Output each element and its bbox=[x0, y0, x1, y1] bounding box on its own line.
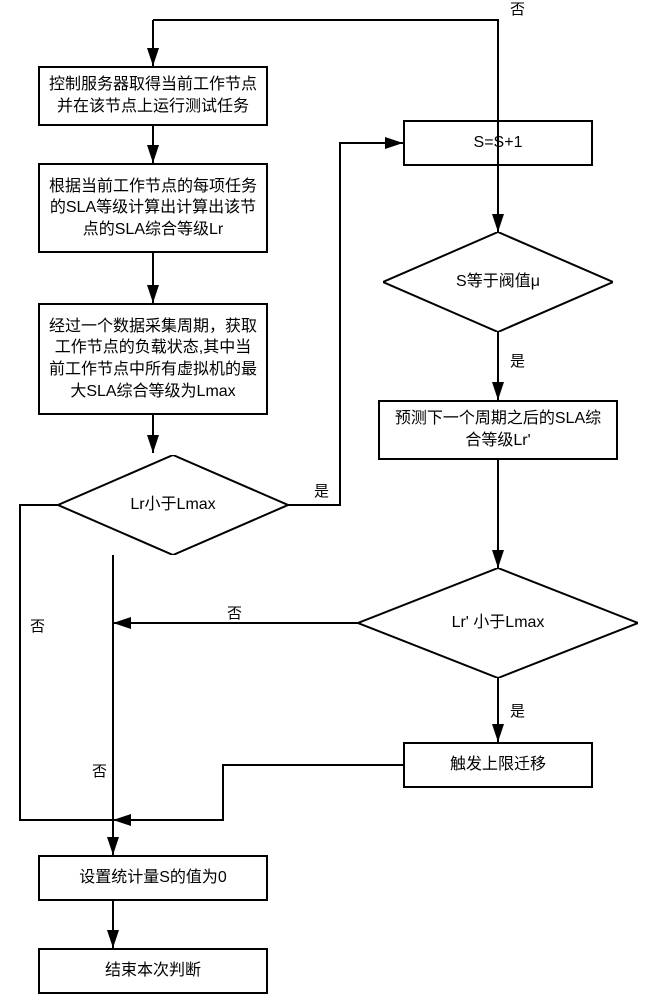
node-text: 预测下一个周期之后的SLA综合等级Lr' bbox=[388, 408, 608, 451]
decision-text: Lr小于Lmax bbox=[100, 495, 245, 516]
process-compute-lr: 根据当前工作节点的每项任务的SLA等级计算出计算出该节点的SLA综合等级Lr bbox=[38, 163, 268, 253]
process-end: 结束本次判断 bbox=[38, 948, 268, 994]
label-d2-yes: 是 bbox=[508, 350, 527, 371]
process-collect-load: 经过一个数据采集周期，获取工作节点的负载状态,其中当前工作节点中所有虚拟机的最大… bbox=[38, 303, 268, 415]
process-trigger-migration: 触发上限迁移 bbox=[403, 742, 593, 788]
label-d2-no: 否 bbox=[508, 0, 527, 19]
process-acquire-node: 控制服务器取得当前工作节点并在该节点上运行测试任务 bbox=[38, 66, 268, 126]
decision-lr-lt-lmax: Lr小于Lmax bbox=[58, 455, 288, 555]
label-d1-no-below: 否 bbox=[90, 760, 109, 781]
decision-s-eq-mu: S等于阀值μ bbox=[383, 232, 613, 332]
node-text: 经过一个数据采集周期，获取工作节点的负载状态,其中当前工作节点中所有虚拟机的最大… bbox=[48, 316, 258, 402]
decision-text: S等于阀值μ bbox=[426, 272, 570, 293]
label-d3-no: 否 bbox=[225, 602, 244, 623]
decision-text: Lr' 小于Lmax bbox=[422, 613, 575, 634]
node-text: 设置统计量S的值为0 bbox=[79, 867, 227, 889]
process-predict-lr-prime: 预测下一个周期之后的SLA综合等级Lr' bbox=[378, 400, 618, 460]
process-reset-s: 设置统计量S的值为0 bbox=[38, 855, 268, 901]
label-d3-yes: 是 bbox=[508, 700, 527, 721]
label-d1-no-left: 否 bbox=[28, 615, 47, 636]
decision-lrprime-lt-lmax: Lr' 小于Lmax bbox=[358, 568, 638, 678]
node-text: 结束本次判断 bbox=[105, 960, 201, 982]
process-increment-s: S=S+1 bbox=[403, 120, 593, 166]
node-text: 触发上限迁移 bbox=[450, 754, 546, 776]
node-text: 控制服务器取得当前工作节点并在该节点上运行测试任务 bbox=[48, 74, 258, 117]
node-text: 根据当前工作节点的每项任务的SLA等级计算出计算出该节点的SLA综合等级Lr bbox=[48, 176, 258, 241]
node-text: S=S+1 bbox=[474, 132, 523, 154]
label-d1-yes: 是 bbox=[312, 480, 331, 501]
